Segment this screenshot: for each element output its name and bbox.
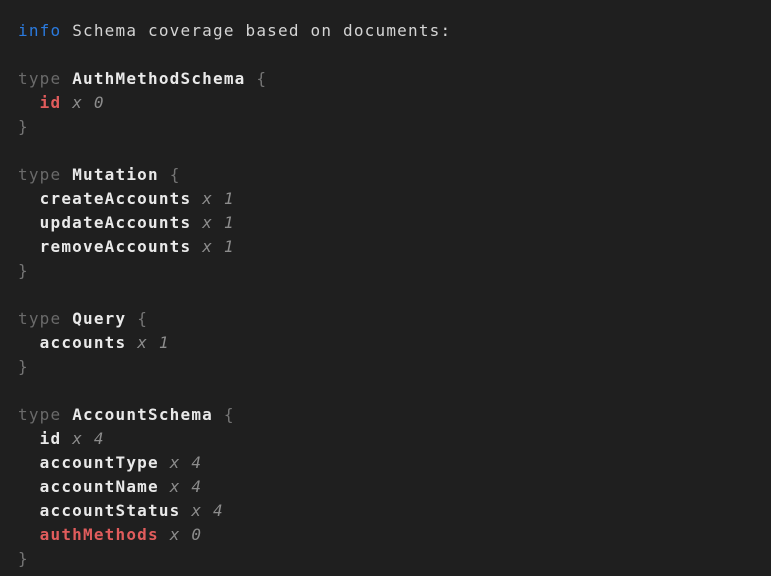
type-name: Mutation — [72, 165, 159, 184]
field-hit-count: x 4 — [170, 453, 203, 472]
field-name: updateAccounts — [40, 213, 192, 232]
blank-line — [18, 139, 763, 163]
open-brace: { — [170, 165, 181, 184]
terminal-output: info Schema coverage based on documents:… — [0, 0, 771, 576]
field-hit-count: x 4 — [170, 477, 203, 496]
type-declaration-line: type Mutation { — [18, 163, 763, 187]
field-hit-count: x 1 — [137, 333, 170, 352]
closing-brace-line: } — [18, 355, 763, 379]
field-name: removeAccounts — [40, 237, 192, 256]
field-name: createAccounts — [40, 189, 192, 208]
header-line: info Schema coverage based on documents: — [18, 19, 763, 43]
header-message: Schema coverage based on documents: — [72, 21, 451, 40]
field-line: accounts x 1 — [18, 331, 763, 355]
type-name: Query — [72, 309, 126, 328]
field-line: id x 0 — [18, 91, 763, 115]
closing-brace-line: } — [18, 259, 763, 283]
field-line: accountStatus x 4 — [18, 499, 763, 523]
type-name: AuthMethodSchema — [72, 69, 245, 88]
type-block: type AuthMethodSchema { id x 0} — [18, 67, 763, 139]
field-line: createAccounts x 1 — [18, 187, 763, 211]
open-brace: { — [137, 309, 148, 328]
type-keyword: type — [18, 165, 61, 184]
type-block: type AccountSchema { id x 4 accountType … — [18, 403, 763, 571]
field-line: updateAccounts x 1 — [18, 211, 763, 235]
field-hit-count: x 1 — [202, 237, 235, 256]
type-declaration-line: type AccountSchema { — [18, 403, 763, 427]
field-line: removeAccounts x 1 — [18, 235, 763, 259]
blank-line — [18, 283, 763, 307]
field-line: accountType x 4 — [18, 451, 763, 475]
field-name: accountType — [40, 453, 159, 472]
space — [61, 21, 72, 40]
closing-brace-line: } — [18, 547, 763, 571]
type-block: type Query { accounts x 1} — [18, 307, 763, 379]
field-hit-count: x 4 — [72, 429, 105, 448]
type-keyword: type — [18, 405, 61, 424]
field-hit-count: x 0 — [72, 93, 105, 112]
type-keyword: type — [18, 69, 61, 88]
field-hit-count: x 0 — [170, 525, 203, 544]
blank-line — [18, 43, 763, 67]
field-hit-count: x 1 — [202, 213, 235, 232]
closing-brace-line: } — [18, 115, 763, 139]
open-brace: { — [256, 69, 267, 88]
field-name: accounts — [40, 333, 127, 352]
close-brace: } — [18, 549, 29, 568]
type-keyword: type — [18, 309, 61, 328]
field-line: authMethods x 0 — [18, 523, 763, 547]
field-name: id — [40, 429, 62, 448]
close-brace: } — [18, 357, 29, 376]
blank-line — [18, 379, 763, 403]
field-name: id — [40, 93, 62, 112]
info-level-label: info — [18, 21, 61, 40]
close-brace: } — [18, 117, 29, 136]
type-declaration-line: type AuthMethodSchema { — [18, 67, 763, 91]
field-name: accountName — [40, 477, 159, 496]
field-name: accountStatus — [40, 501, 181, 520]
close-brace: } — [18, 261, 29, 280]
coverage-blocks: type AuthMethodSchema { id x 0}type Muta… — [18, 43, 763, 571]
field-line: id x 4 — [18, 427, 763, 451]
field-hit-count: x 4 — [191, 501, 224, 520]
type-declaration-line: type Query { — [18, 307, 763, 331]
type-block: type Mutation { createAccounts x 1 updat… — [18, 163, 763, 283]
field-name: authMethods — [40, 525, 159, 544]
type-name: AccountSchema — [72, 405, 213, 424]
field-hit-count: x 1 — [202, 189, 235, 208]
field-line: accountName x 4 — [18, 475, 763, 499]
open-brace: { — [224, 405, 235, 424]
